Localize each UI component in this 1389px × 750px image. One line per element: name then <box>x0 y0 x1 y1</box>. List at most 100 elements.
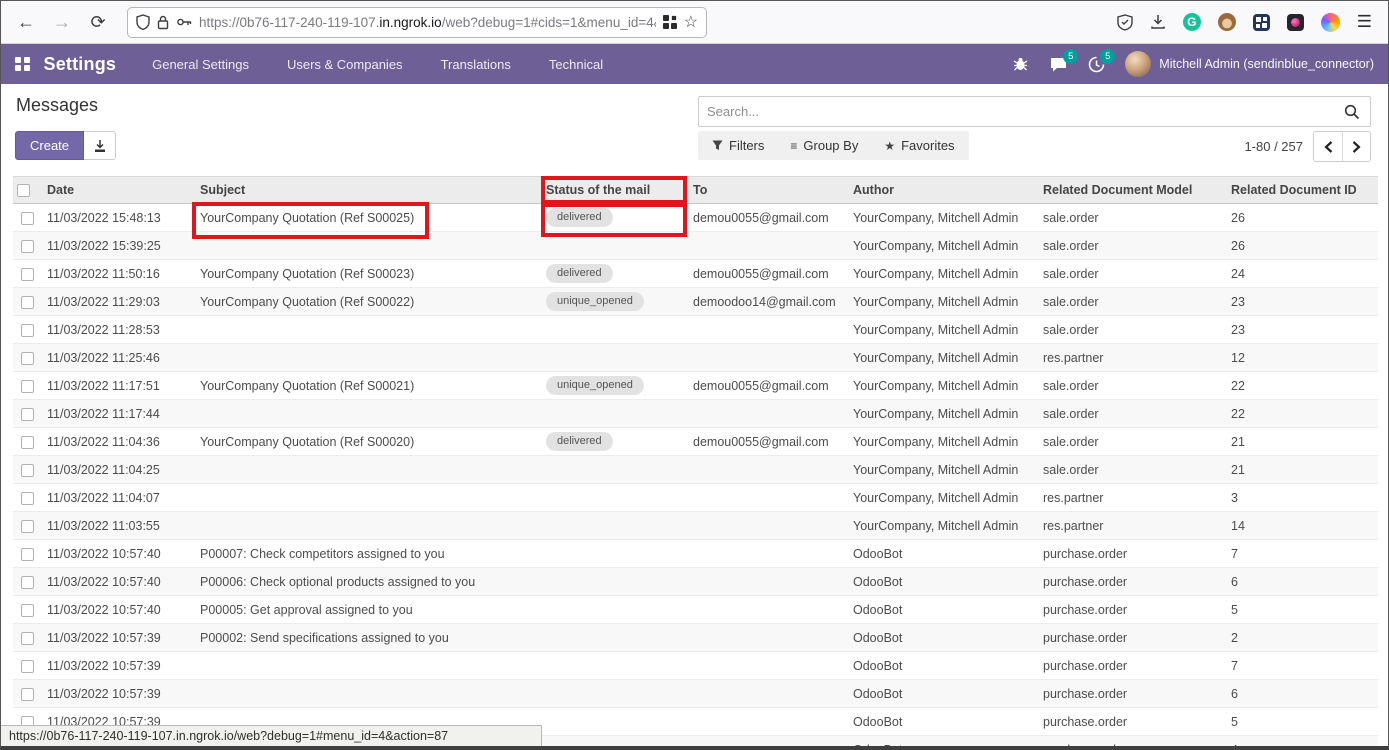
column-header-subject[interactable]: Subject <box>196 177 542 204</box>
row-checkbox[interactable] <box>21 492 34 505</box>
pager-previous-button[interactable] <box>1314 132 1342 161</box>
group-by-button[interactable]: ≡ Group By <box>790 138 858 153</box>
table-row[interactable]: 11/03/2022 10:57:39OdooBotpurchase.order… <box>13 652 1378 680</box>
status-cell <box>542 736 689 747</box>
export-button[interactable] <box>84 131 116 160</box>
select-all-checkbox[interactable] <box>17 184 30 197</box>
downloads-icon[interactable] <box>1150 14 1166 30</box>
model-cell: res.partner <box>1039 344 1227 372</box>
table-row[interactable]: 11/03/2022 10:57:40P00007: Check competi… <box>13 540 1378 568</box>
row-checkbox[interactable] <box>21 604 34 617</box>
reader-grid-icon[interactable] <box>663 15 677 29</box>
column-header-date[interactable]: Date <box>43 177 196 204</box>
row-checkbox[interactable] <box>21 464 34 477</box>
to-cell <box>689 568 849 596</box>
user-avatar <box>1125 51 1151 77</box>
model-cell: purchase.order <box>1039 680 1227 708</box>
doc-id-cell: 22 <box>1227 400 1378 428</box>
row-checkbox[interactable] <box>21 324 34 337</box>
key-icon[interactable] <box>176 16 192 28</box>
row-checkbox[interactable] <box>21 520 34 533</box>
subject-cell: P00002: Send specifications assigned to … <box>196 624 542 652</box>
to-cell <box>689 232 849 260</box>
search-icon[interactable] <box>1334 104 1370 120</box>
author-cell: OdooBot <box>849 596 1039 624</box>
row-checkbox[interactable] <box>21 660 34 673</box>
table-row[interactable]: 11/03/2022 15:48:13YourCompany Quotation… <box>13 204 1378 232</box>
search-input[interactable] <box>699 104 1334 119</box>
user-menu[interactable]: Mitchell Admin (sendinblue_connector) <box>1125 51 1374 77</box>
debug-bug-icon[interactable] <box>1012 56 1029 72</box>
create-button[interactable]: Create <box>15 131 84 160</box>
table-row[interactable]: 11/03/2022 11:04:25YourCompany, Mitchell… <box>13 456 1378 484</box>
screenshot-extension-icon[interactable] <box>1287 14 1304 31</box>
row-checkbox[interactable] <box>21 296 34 309</box>
pocket-shield-icon[interactable] <box>1117 14 1133 31</box>
table-row[interactable]: 11/03/2022 11:04:36YourCompany Quotation… <box>13 428 1378 456</box>
app-title[interactable]: Settings <box>44 54 117 75</box>
menu-general-settings[interactable]: General Settings <box>150 53 251 76</box>
grammarly-extension-icon[interactable]: G <box>1183 13 1201 31</box>
menu-hamburger-icon[interactable]: ☰ <box>1357 12 1372 32</box>
row-checkbox[interactable] <box>21 240 34 253</box>
firefox-account-icon[interactable] <box>1321 13 1340 32</box>
to-cell <box>689 596 849 624</box>
toolbar-extensions: G ☰ <box>1117 12 1378 32</box>
row-checkbox[interactable] <box>21 380 34 393</box>
model-cell: sale.order <box>1039 316 1227 344</box>
table-row[interactable]: 11/03/2022 11:28:53YourCompany, Mitchell… <box>13 316 1378 344</box>
messages-menu-icon[interactable]: 5 <box>1049 56 1068 73</box>
activities-clock-icon[interactable]: 5 <box>1088 56 1105 73</box>
row-checkbox[interactable] <box>21 352 34 365</box>
table-row[interactable]: 11/03/2022 10:57:40P00006: Check optiona… <box>13 568 1378 596</box>
table-row[interactable]: 11/03/2022 15:39:25YourCompany, Mitchell… <box>13 232 1378 260</box>
column-header-related-document-model[interactable]: Related Document Model <box>1039 177 1227 204</box>
row-checkbox[interactable] <box>21 408 34 421</box>
row-checkbox[interactable] <box>21 548 34 561</box>
apps-menu-icon[interactable] <box>15 57 30 72</box>
row-checkbox[interactable] <box>21 576 34 589</box>
table-row[interactable]: 11/03/2022 11:50:16YourCompany Quotation… <box>13 260 1378 288</box>
doc-id-cell: 23 <box>1227 316 1378 344</box>
menu-technical[interactable]: Technical <box>547 53 605 76</box>
shield-icon[interactable] <box>136 14 150 30</box>
date-cell: 11/03/2022 10:57:40 <box>43 568 196 596</box>
bookmark-star-icon[interactable]: ☆ <box>684 12 698 32</box>
table-row[interactable]: 11/03/2022 11:17:51YourCompany Quotation… <box>13 372 1378 400</box>
forward-button[interactable]: → <box>47 7 77 37</box>
link-preview-url: https://0b76-117-240-119-107.in.ngrok.io… <box>9 729 448 743</box>
tampermonkey-extension-icon[interactable] <box>1218 13 1236 31</box>
column-header-status-of-the-mail[interactable]: Status of the mail <box>542 177 689 204</box>
table-row[interactable]: 11/03/2022 10:57:39P00002: Send specific… <box>13 624 1378 652</box>
lock-icon[interactable] <box>157 15 169 30</box>
grid-extension-icon[interactable] <box>1253 14 1270 31</box>
address-bar[interactable]: https://0b76-117-240-119-107.in.ngrok.io… <box>127 7 707 38</box>
column-header-to[interactable]: To <box>689 177 849 204</box>
status-cell <box>542 540 689 568</box>
row-checkbox[interactable] <box>21 268 34 281</box>
table-row[interactable]: 11/03/2022 11:29:03YourCompany Quotation… <box>13 288 1378 316</box>
table-row[interactable]: 11/03/2022 11:17:44YourCompany, Mitchell… <box>13 400 1378 428</box>
column-header-author[interactable]: Author <box>849 177 1039 204</box>
column-header-related-document-id[interactable]: Related Document ID <box>1227 177 1378 204</box>
table-row[interactable]: 11/03/2022 11:03:55YourCompany, Mitchell… <box>13 512 1378 540</box>
model-cell: purchase.order <box>1039 596 1227 624</box>
pager-next-button[interactable] <box>1342 132 1370 161</box>
row-checkbox[interactable] <box>21 688 34 701</box>
back-button[interactable]: ← <box>11 7 41 37</box>
row-checkbox[interactable] <box>21 436 34 449</box>
author-cell: YourCompany, Mitchell Admin <box>849 512 1039 540</box>
row-checkbox[interactable] <box>21 632 34 645</box>
row-checkbox[interactable] <box>21 212 34 225</box>
table-row[interactable]: 11/03/2022 11:04:07YourCompany, Mitchell… <box>13 484 1378 512</box>
menu-users-companies[interactable]: Users & Companies <box>285 53 405 76</box>
page-title: Messages <box>16 95 98 116</box>
filters-button[interactable]: Filters <box>712 138 764 153</box>
table-row[interactable]: 11/03/2022 10:57:40P00005: Get approval … <box>13 596 1378 624</box>
menu-translations[interactable]: Translations <box>439 53 513 76</box>
table-row[interactable]: 11/03/2022 10:57:39OdooBotpurchase.order… <box>13 680 1378 708</box>
table-row[interactable]: 11/03/2022 11:25:46YourCompany, Mitchell… <box>13 344 1378 372</box>
author-cell: YourCompany, Mitchell Admin <box>849 288 1039 316</box>
reload-button[interactable]: ⟳ <box>83 7 113 37</box>
favorites-button[interactable]: ★ Favorites <box>884 138 954 153</box>
